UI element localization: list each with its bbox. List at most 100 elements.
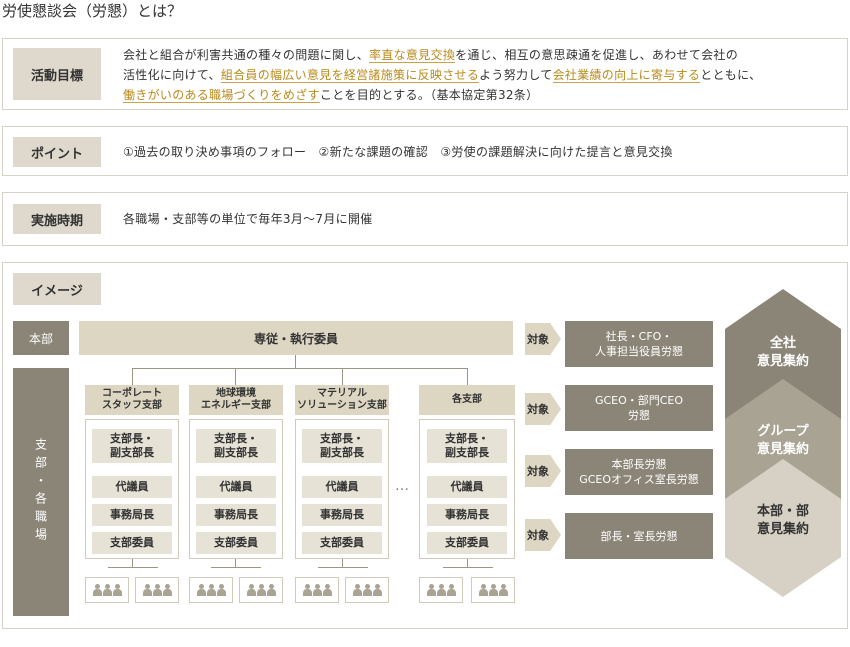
person-icon [246, 584, 256, 596]
person-icon [372, 584, 382, 596]
points-text: ①過去の取り決め事項のフォロー ②新たな課題の確認 ③労使の課題解決に向けた提言… [123, 145, 673, 159]
division-head-environment: 地球環境 エネルギー支部 [189, 385, 283, 415]
division-column-1: 支部長・ 副支部長 代議員 事務局長 支部委員 [85, 419, 179, 559]
role-branch-committee: 支部委員 [196, 532, 276, 554]
activity-text-6: ことを目的とする。（基本協定第32条） [319, 88, 539, 102]
level-company: 全社 意見集約 [756, 336, 809, 369]
person-icon [312, 584, 322, 596]
activity-text: 会社と組合が利害共通の種々の問題に関し、率直な意見交換を通じ、相互の意思疎通を促… [123, 45, 839, 105]
target-arrow-1: 対象 [525, 323, 561, 355]
people-group [419, 577, 463, 603]
activity-highlight-2: 組合員の幅広い意見を経営諸施策に反映させる [220, 68, 480, 83]
division-column-3: 支部長・ 副支部長 代議員 事務局長 支部委員 [295, 419, 389, 559]
division-head-other: 各支部 [419, 385, 515, 415]
role-branch-head: 支部長・ 副支部長 [196, 429, 276, 463]
activity-text-1: 会社と組合が利害共通の種々の問題に関し、 [123, 48, 370, 62]
person-icon [142, 584, 152, 596]
person-icon [102, 584, 112, 596]
person-icon [256, 584, 266, 596]
target-word: 対象 [527, 333, 549, 346]
person-icon [162, 584, 172, 596]
division-column-2: 支部長・ 副支部長 代議員 事務局長 支部委員 [189, 419, 283, 559]
people-group [135, 577, 179, 603]
people-connector [467, 559, 468, 567]
target-box-4: 部長・室長労懇 [565, 513, 713, 559]
activity-section: 活動目標 会社と組合が利害共通の種々の問題に関し、率直な意見交換を通じ、相互の意… [2, 38, 848, 110]
activity-highlight-4: 働きがいのある職場づくりをめざす [123, 88, 320, 103]
activity-highlight-1: 率直な意見交換 [369, 48, 456, 63]
role-branch-head: 支部長・ 副支部長 [92, 429, 172, 463]
activity-text-5: とともに、 [700, 68, 762, 82]
role-delegate: 代議員 [427, 476, 507, 498]
activity-text-2: を通じ、相互の意思疎通を促進し、あわせて会社の [455, 48, 739, 62]
target-box-3: 本部長労懇 GCEOオフィス室長労懇 [565, 449, 713, 495]
people-group [471, 577, 515, 603]
level-group: グループ 意見集約 [756, 424, 809, 457]
people-group [189, 577, 233, 603]
target-word: 対象 [527, 403, 549, 416]
role-delegate: 代議員 [302, 476, 382, 498]
connector-horizontal [132, 368, 468, 369]
person-icon [152, 584, 162, 596]
division-column-4: 支部長・ 副支部長 代議員 事務局長 支部委員 [419, 419, 515, 559]
hq-bar: 専従・執行委員 [79, 321, 513, 355]
image-label: イメージ [13, 273, 101, 305]
people-connector [211, 567, 261, 568]
division-head-material: マテリアル ソリューション支部 [295, 385, 389, 415]
person-icon [478, 584, 488, 596]
activity-text-3: 活性化に向けて、 [123, 68, 221, 82]
people-connector [132, 559, 133, 567]
role-secretary-general: 事務局長 [427, 504, 507, 526]
role-secretary-general: 事務局長 [302, 504, 382, 526]
people-connector [318, 567, 368, 568]
person-icon [206, 584, 216, 596]
role-branch-head: 支部長・ 副支部長 [427, 429, 507, 463]
target-arrow-2: 対象 [525, 393, 561, 425]
points-label: ポイント [13, 137, 101, 167]
people-group [295, 577, 339, 603]
timing-text: 各職場・支部等の単位で毎年3月〜7月に開催 [123, 212, 373, 226]
hq-label: 本部 [13, 321, 69, 355]
level-division: 本部・部 意見集約 [756, 504, 809, 537]
person-icon [426, 584, 436, 596]
target-box-2: GCEO・部門CEO 労懇 [565, 385, 713, 431]
connector-drop-1 [132, 368, 133, 385]
person-icon [436, 584, 446, 596]
activity-label: 活動目標 [13, 48, 101, 100]
timing-label: 実施時期 [13, 204, 101, 234]
role-branch-head: 支部長・ 副支部長 [302, 429, 382, 463]
role-branch-committee: 支部委員 [92, 532, 172, 554]
branch-label: 支部・各職場 [13, 368, 69, 616]
target-arrow-3: 対象 [525, 455, 561, 487]
role-delegate: 代議員 [196, 476, 276, 498]
person-icon [196, 584, 206, 596]
division-head-corporate: コーポレート スタッフ支部 [85, 385, 179, 415]
people-connector [443, 567, 493, 568]
person-icon [322, 584, 332, 596]
person-icon [498, 584, 508, 596]
page-title: 労使懇談会（労懇）とは？ [2, 2, 183, 20]
role-branch-committee: 支部委員 [427, 532, 507, 554]
branch-label-text: 支部・各職場 [33, 438, 48, 546]
people-connector [108, 567, 158, 568]
target-word: 対象 [527, 465, 549, 478]
ellipsis: … [395, 478, 411, 494]
activity-text-4: よう努力して [479, 68, 553, 82]
activity-highlight-3: 会社業績の向上に寄与する [552, 68, 701, 83]
role-delegate: 代議員 [92, 476, 172, 498]
people-group [85, 577, 129, 603]
person-icon [446, 584, 456, 596]
person-icon [112, 584, 122, 596]
role-secretary-general: 事務局長 [196, 504, 276, 526]
image-section: イメージ 本部 支部・各職場 専従・執行委員 コーポレート スタッフ支部 地球環… [2, 262, 848, 629]
person-icon [92, 584, 102, 596]
role-secretary-general: 事務局長 [92, 504, 172, 526]
people-group [345, 577, 389, 603]
people-connector [342, 559, 343, 567]
connector-drop-4 [467, 368, 468, 385]
target-box-1: 社長・CFO・ 人事担当役員労懇 [565, 321, 713, 367]
person-icon [352, 584, 362, 596]
role-branch-committee: 支部委員 [302, 532, 382, 554]
people-group [239, 577, 283, 603]
target-word: 対象 [527, 529, 549, 542]
